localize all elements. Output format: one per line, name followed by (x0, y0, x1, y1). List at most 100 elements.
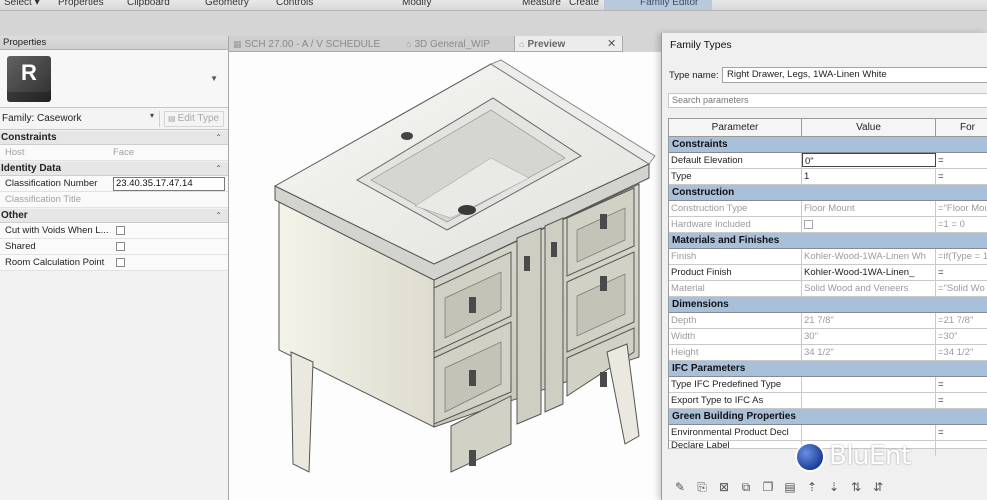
column-header-formula[interactable]: For (936, 119, 987, 137)
type-selector[interactable]: R ▼ (0, 50, 228, 108)
table-row[interactable]: Hardware Included =1 = 0 (669, 217, 987, 233)
property-row-room-calculation-point: Room Calculation Point (0, 255, 228, 271)
room-calculation-point-checkbox[interactable] (116, 258, 125, 267)
param-name: Declare Label (669, 441, 802, 456)
section-constraints[interactable]: Constraints (669, 137, 987, 153)
cut-with-voids-checkbox[interactable] (116, 226, 125, 235)
table-row[interactable]: Depth 21 7/8" =21 7/8" (669, 313, 987, 329)
rename-icon[interactable]: ▤ (782, 479, 798, 495)
family-dropdown[interactable]: Family: Casework (0, 111, 160, 127)
group-label: Constraints (1, 132, 57, 143)
table-row[interactable]: Material Solid Wood and Veneers ="Solid … (669, 281, 987, 297)
value-cell[interactable]: Kohler-Wood-1WA-Linen Wh (802, 249, 936, 264)
chevron-down-icon[interactable]: ▼ (210, 74, 218, 83)
value-cell[interactable]: 1 (802, 169, 936, 184)
formula-cell[interactable]: = (936, 153, 987, 168)
collapse-icon[interactable]: ⌃ (215, 131, 222, 145)
formula-cell[interactable]: ="Solid Wo (936, 281, 987, 296)
new-parameter-icon[interactable]: ⎘ (694, 479, 710, 495)
value-cell[interactable]: Floor Mount (802, 201, 936, 216)
value-cell[interactable]: 30" (802, 329, 936, 344)
property-key: Classification Number (5, 178, 98, 189)
table-row[interactable]: Construction Type Floor Mount ="Floor Mo… (669, 201, 987, 217)
ribbon-tab-modify[interactable]: Modify (402, 0, 431, 8)
tab-3d-general[interactable]: ⌂ 3D General_WIP (402, 36, 514, 51)
formula-cell[interactable]: = (936, 377, 987, 392)
edit-type-button[interactable]: ▤ Edit Type (164, 111, 224, 127)
3d-viewport[interactable] (229, 52, 661, 500)
search-parameters-input[interactable]: Search parameters (668, 93, 987, 108)
ribbon-tab-select[interactable]: Select ▾ (4, 0, 40, 8)
group-other[interactable]: Other ⌃ (0, 209, 228, 223)
shared-checkbox[interactable] (116, 242, 125, 251)
move-up-icon[interactable]: ⇡ (804, 479, 820, 495)
value-cell[interactable]: 21 7/8" (802, 313, 936, 328)
property-key: Host (5, 147, 25, 158)
table-row[interactable]: Width 30" =30" (669, 329, 987, 345)
formula-cell[interactable]: = (936, 265, 987, 280)
hardware-included-checkbox[interactable] (804, 220, 813, 229)
param-name: Material (669, 281, 802, 296)
ribbon-tab-family-editor[interactable]: Family Editor (604, 0, 713, 10)
type-name-dropdown[interactable]: Right Drawer, Legs, 1WA-Linen White (722, 67, 987, 83)
value-cell[interactable] (802, 393, 936, 408)
section-dimensions[interactable]: Dimensions (669, 297, 987, 313)
classification-number-input[interactable]: 23.40.35.17.47.14 (113, 177, 225, 191)
ribbon-tab-create[interactable]: Create (569, 0, 599, 8)
group-identity-data[interactable]: Identity Data ⌃ (0, 162, 228, 176)
ribbon-tab-measure[interactable]: Measure (522, 0, 561, 8)
table-row[interactable]: Product Finish Kohler-Wood-1WA-Linen_ = (669, 265, 987, 281)
property-key: Shared (5, 241, 36, 252)
value-cell[interactable]: 34 1/2" (802, 345, 936, 360)
column-header-parameter[interactable]: Parameter (669, 119, 802, 137)
section-green-building-properties[interactable]: Green Building Properties (669, 409, 987, 425)
collapse-icon[interactable]: ⌃ (215, 209, 222, 223)
section-materials-and-finishes[interactable]: Materials and Finishes (669, 233, 987, 249)
paste-icon[interactable]: ❐ (760, 479, 776, 495)
formula-cell[interactable]: =if(Type = 1 (936, 249, 987, 264)
copy-icon[interactable]: ⧉ (738, 479, 754, 495)
table-row[interactable]: Height 34 1/2" =34 1/2" (669, 345, 987, 361)
section-construction[interactable]: Construction (669, 185, 987, 201)
default-elevation-input[interactable]: 0" (802, 153, 936, 167)
ribbon-tab-geometry[interactable]: Geometry (205, 0, 249, 8)
ribbon-tab-clipboard[interactable]: Clipboard (127, 0, 170, 8)
value-cell[interactable]: Solid Wood and Veneers (802, 281, 936, 296)
chevron-down-icon[interactable]: ▾ (150, 111, 154, 120)
table-row[interactable]: Type 1 = (669, 169, 987, 185)
table-row[interactable]: Finish Kohler-Wood-1WA-Linen Wh =if(Type… (669, 249, 987, 265)
property-row-classification-title: Classification Title (0, 192, 228, 208)
formula-cell[interactable]: = (936, 169, 987, 184)
table-row[interactable]: Default Elevation 0" = (669, 153, 987, 169)
parameter-toolbar: ✎ ⎘ ⊠ ⧉ ❐ ▤ ⇡ ⇣ ⇅ ⇵ (668, 477, 987, 497)
formula-cell[interactable]: =1 = 0 (936, 217, 987, 232)
section-ifc-parameters[interactable]: IFC Parameters (669, 361, 987, 377)
ribbon-tab-properties[interactable]: Properties (58, 0, 104, 8)
tab-schedule[interactable]: ▦ SCH 27.00 - A / V SCHEDULE (229, 36, 402, 51)
collapse-icon[interactable]: ⌃ (215, 162, 222, 176)
formula-cell[interactable]: ="Floor Mou (936, 201, 987, 216)
formula-cell[interactable]: =34 1/2" (936, 345, 987, 360)
move-down-icon[interactable]: ⇣ (826, 479, 842, 495)
group-constraints[interactable]: Constraints ⌃ (0, 131, 228, 145)
sort-descending-icon[interactable]: ⇵ (870, 479, 886, 495)
delete-parameter-icon[interactable]: ⊠ (716, 479, 732, 495)
value-cell[interactable] (802, 377, 936, 392)
column-header-value[interactable]: Value (802, 119, 936, 137)
table-row[interactable]: Export Type to IFC As = (669, 393, 987, 409)
formula-cell[interactable]: =30" (936, 329, 987, 344)
globe-icon (795, 442, 825, 472)
formula-cell[interactable]: = (936, 393, 987, 408)
param-name: Finish (669, 249, 802, 264)
param-name: Depth (669, 313, 802, 328)
parameters-table: Parameter Value For Constraints Default … (668, 118, 987, 456)
pencil-icon[interactable]: ✎ (672, 479, 688, 495)
value-cell[interactable]: Kohler-Wood-1WA-Linen_ (802, 265, 936, 280)
brand-text: BluEnt (829, 441, 911, 471)
table-row[interactable]: Type IFC Predefined Type = (669, 377, 987, 393)
sort-ascending-icon[interactable]: ⇅ (848, 479, 864, 495)
formula-cell[interactable]: =21 7/8" (936, 313, 987, 328)
close-icon[interactable]: ✕ (607, 36, 616, 51)
type-name-label: Type name: (669, 70, 719, 81)
ribbon-tab-controls[interactable]: Controls (276, 0, 313, 8)
